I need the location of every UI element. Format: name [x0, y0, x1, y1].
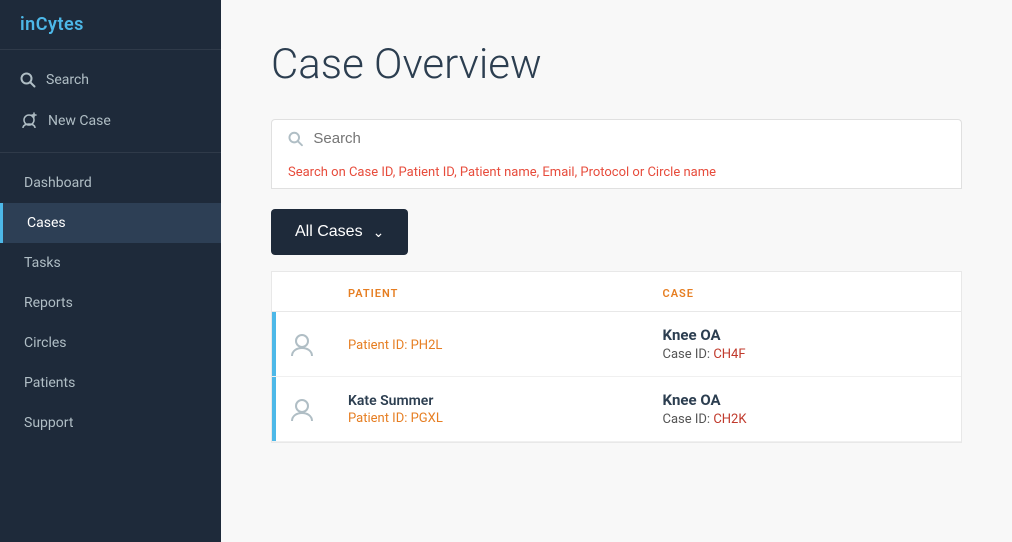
- case-id-label: Case ID:: [663, 412, 711, 427]
- search-action[interactable]: Search: [0, 60, 221, 100]
- new-case-action[interactable]: New Case: [0, 100, 221, 142]
- patient-cell: Patient ID: PH2L: [332, 336, 647, 353]
- patient-column-label: PATIENT: [348, 287, 398, 300]
- case-cell: Knee OA Case ID: CH4F: [647, 326, 962, 362]
- patient-id: Patient ID: PGXL: [348, 411, 631, 426]
- case-id-label: Case ID:: [663, 347, 711, 362]
- search-bar-icon: [288, 131, 303, 147]
- chevron-down-icon: ⌄: [373, 224, 385, 241]
- case-id-value: CH2K: [713, 412, 746, 427]
- logo-suffix: Cytes: [36, 14, 84, 35]
- search-icon: [20, 72, 36, 88]
- sidebar-item-patients[interactable]: Patients: [0, 363, 221, 403]
- case-id: Case ID: CH4F: [663, 347, 946, 362]
- sidebar-item-circles[interactable]: Circles: [0, 323, 221, 363]
- case-name: Knee OA: [663, 391, 946, 409]
- sidebar-item-dashboard[interactable]: Dashboard: [0, 163, 221, 203]
- reports-label: Reports: [24, 295, 73, 311]
- circles-label: Circles: [24, 335, 67, 351]
- support-label: Support: [24, 415, 73, 431]
- sidebar: inCytes Search New Case Dashboard Cases: [0, 0, 221, 542]
- search-label: Search: [46, 72, 89, 88]
- dashboard-label: Dashboard: [24, 175, 92, 191]
- patient-cell: Kate Summer Patient ID: PGXL: [332, 393, 647, 426]
- sidebar-item-support[interactable]: Support: [0, 403, 221, 443]
- all-cases-button[interactable]: All Cases ⌄: [271, 209, 408, 255]
- table-header: PATIENT CASE: [272, 272, 961, 312]
- cases-table: PATIENT CASE Patient ID: PH2L Knee OA: [271, 271, 962, 443]
- patient-name: Kate Summer: [348, 393, 631, 409]
- avatar-icon: [286, 328, 318, 360]
- case-cell: Knee OA Case ID: CH2K: [647, 391, 962, 427]
- search-hint-text: Search on Case ID, Patient ID, Patient n…: [288, 165, 716, 180]
- avatar-col-header: [272, 282, 332, 301]
- new-case-icon: [20, 112, 38, 130]
- page-title: Case Overview: [271, 40, 962, 89]
- cases-label: Cases: [27, 215, 66, 231]
- search-hint: Search on Case ID, Patient ID, Patient n…: [271, 157, 962, 189]
- sidebar-actions: Search New Case: [0, 50, 221, 153]
- patient-col-header: PATIENT: [332, 282, 647, 301]
- case-id: Case ID: CH2K: [663, 412, 946, 427]
- table-row[interactable]: Kate Summer Patient ID: PGXL Knee OA Cas…: [272, 377, 961, 442]
- search-bar[interactable]: [271, 119, 962, 157]
- tasks-label: Tasks: [24, 255, 61, 271]
- sidebar-item-tasks[interactable]: Tasks: [0, 243, 221, 283]
- table-row[interactable]: Patient ID: PH2L Knee OA Case ID: CH4F: [272, 312, 961, 377]
- avatar-cell: [272, 393, 332, 425]
- logo-prefix: in: [20, 14, 36, 35]
- filter-row: All Cases ⌄: [271, 209, 962, 255]
- all-cases-label: All Cases: [295, 223, 363, 241]
- patients-label: Patients: [24, 375, 75, 391]
- main-nav: Dashboard Cases Tasks Reports Circles Pa…: [0, 153, 221, 542]
- avatar-icon: [286, 393, 318, 425]
- app-logo: inCytes: [0, 0, 221, 50]
- patient-id: Patient ID: PH2L: [348, 338, 631, 353]
- case-name: Knee OA: [663, 326, 946, 344]
- avatar-cell: [272, 328, 332, 360]
- search-input[interactable]: [313, 130, 945, 147]
- case-id-value: CH4F: [713, 347, 745, 362]
- sidebar-item-cases[interactable]: Cases: [0, 203, 221, 243]
- main-content: Case Overview Search on Case ID, Patient…: [221, 0, 1012, 542]
- case-col-header: CASE: [647, 282, 962, 301]
- case-column-label: CASE: [663, 287, 694, 300]
- new-case-label: New Case: [48, 113, 111, 129]
- sidebar-item-reports[interactable]: Reports: [0, 283, 221, 323]
